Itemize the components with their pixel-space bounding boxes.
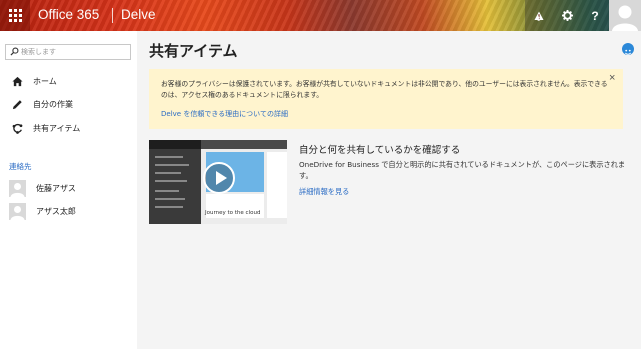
sidebar: ホーム 自分の作業 共有アイテム 連絡先 佐藤アザス: [0, 31, 137, 349]
feedback-smiley-icon[interactable]: [622, 43, 634, 55]
info-description: OneDrive for Business で自分と明示的に共有されているドキュ…: [299, 160, 626, 180]
main-content: 共有アイテム お客様のプライバシーは保護されています。お客様が共有していないドキ…: [137, 31, 641, 349]
privacy-notice: お客様のプライバシーは保護されています。お客様が共有していないドキュメントは非公…: [149, 69, 623, 129]
close-notice-button[interactable]: ×: [609, 72, 615, 84]
person-icon: [612, 5, 638, 31]
video-thumbnail[interactable]: Journey to the cloud: [149, 140, 287, 224]
sidebar-item-shared[interactable]: 共有アイテム: [11, 121, 80, 135]
pencil-icon: [11, 98, 23, 110]
sidebar-item-label: 共有アイテム: [33, 123, 81, 133]
sidebar-item-home[interactable]: ホーム: [11, 74, 57, 88]
search-icon: [10, 47, 19, 56]
search-input[interactable]: [21, 46, 126, 58]
app-name[interactable]: Delve: [121, 7, 156, 22]
brand-divider: [112, 8, 113, 23]
contact-avatar: [9, 202, 26, 220]
contact-item[interactable]: アザス太郎: [9, 202, 76, 220]
search-box[interactable]: [5, 44, 131, 60]
sidebar-item-label: ホーム: [33, 76, 57, 86]
help-button[interactable]: ?: [581, 0, 609, 31]
video-caption: Journey to the cloud: [205, 210, 261, 216]
contact-avatar: [9, 179, 26, 197]
more-info-link[interactable]: 詳細情報を見る: [299, 187, 349, 197]
top-bar: Office 365 Delve 1 ?: [0, 0, 641, 31]
page-title: 共有アイテム: [149, 42, 238, 60]
contact-name: 佐藤アザス: [36, 183, 76, 193]
sidebar-item-my-work[interactable]: 自分の作業: [11, 97, 73, 111]
share-icon: [11, 122, 23, 134]
waffle-icon: [8, 9, 22, 22]
notification-count: 1: [537, 17, 541, 23]
contact-name: アザス太郎: [36, 206, 76, 216]
office-365-brand[interactable]: Office 365: [38, 7, 99, 22]
user-avatar[interactable]: [609, 0, 641, 31]
play-icon[interactable]: [203, 162, 235, 194]
sidebar-item-label: 自分の作業: [33, 99, 73, 109]
gear-icon: [561, 10, 573, 21]
trust-details-link[interactable]: Delve を信頼できる理由についての詳細: [161, 109, 288, 119]
info-title: 自分と何を共有しているかを確認する: [299, 145, 461, 156]
person-icon: [10, 182, 25, 197]
contact-item[interactable]: 佐藤アザス: [9, 179, 76, 197]
notifications-button[interactable]: 1: [525, 0, 553, 31]
privacy-message: お客様のプライバシーは保護されています。お客様が共有していないドキュメントは非公…: [161, 80, 608, 99]
person-icon: [10, 205, 25, 220]
settings-button[interactable]: [553, 0, 581, 31]
app-launcher-button[interactable]: [0, 0, 30, 31]
contacts-heading[interactable]: 連絡先: [9, 161, 32, 172]
home-icon: [11, 75, 23, 87]
